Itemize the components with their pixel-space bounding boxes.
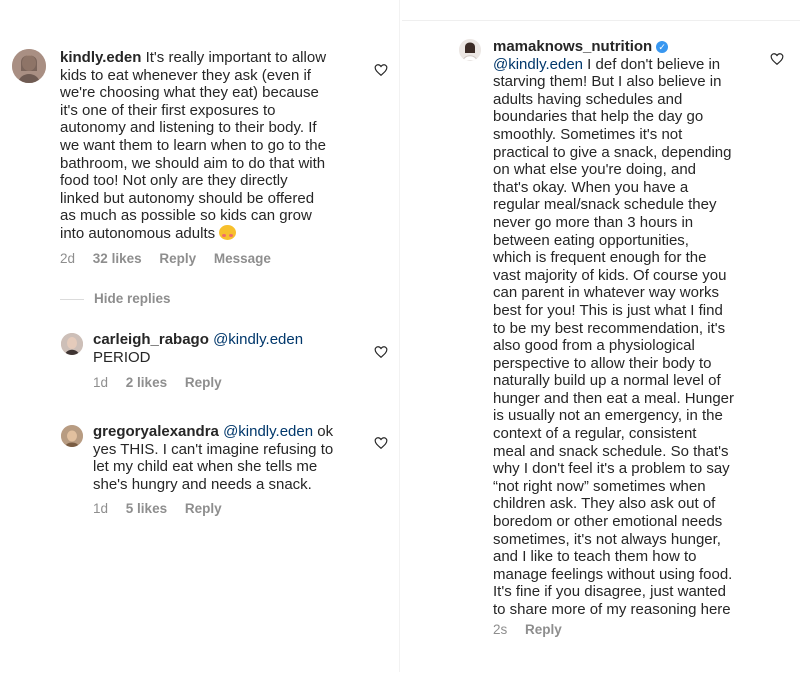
heart-outline-icon[interactable] [374,63,388,77]
comment-kindly-eden: kindly.eden It's really important to all… [60,49,380,243]
mention-link[interactable]: @kindly.eden [223,423,313,440]
username-kindly-eden[interactable]: kindly.eden [60,49,141,66]
comment-text: context of a regular, consistent [493,425,697,443]
comment-meta-gregoryalexandra: 1d 5 likes Reply [93,501,236,516]
comment-text: perspective to allow their body to [493,354,712,372]
comment-text: to be my best recommendation, it's [493,319,726,337]
avatar-mamaknows-nutrition[interactable] [459,39,481,61]
comment-mamaknows-nutrition: mamaknows_nutrition ✓ @kindly.eden I def … [493,38,783,619]
comment-text: boredom or other emotional needs [493,513,723,531]
comment-meta-kindly-eden: 2d 32 likes Reply Message [60,251,285,266]
comment-text: why I don't feel it's a problem to say [493,460,730,478]
username-carleigh-rabago[interactable]: carleigh_rabago [93,331,209,348]
comment-text: manage feelings without using food. [493,565,733,583]
message-button[interactable]: Message [214,251,271,266]
heart-outline-icon[interactable] [374,436,388,450]
comment-text: It's fine if you disagree, just wanted [493,583,726,601]
comment-gregoryalexandra: gregoryalexandra @kindly.eden ok yes THI… [93,423,383,493]
reply-button[interactable]: Reply [185,501,222,516]
comment-text: sometimes, it's not always hunger, [493,530,721,548]
username-gregoryalexandra[interactable]: gregoryalexandra [93,423,219,440]
heart-outline-icon[interactable] [770,52,784,66]
avatar-carleigh-rabago[interactable] [61,333,83,355]
timestamp[interactable]: 1d [93,375,108,390]
comment-text: adults having schedules and [493,90,683,108]
comment-text: let my child eat when she tells me [93,458,318,476]
comment-text: it's one of their first exposures to [60,101,276,119]
username-mamaknows-nutrition[interactable]: mamaknows_nutrition [493,38,652,55]
likes-count[interactable]: 2 likes [126,375,167,390]
comment-text: autonomy and listening to their body. If [60,119,317,137]
verified-badge-icon: ✓ [656,41,669,53]
comment-text: as much as possible so kids can grow [60,207,312,225]
comment-text: ok [317,423,334,440]
avatar-gregoryalexandra[interactable] [61,425,83,447]
left-comment-thread: kindly.eden It's really important to all… [0,0,398,672]
comment-text: that's okay. When you have a [493,178,689,196]
comment-text: regular meal/snack schedule they [493,196,717,214]
comment-text: starving them! But I also believe in [493,73,722,91]
comment-meta-carleigh-rabago: 1d 2 likes Reply [93,375,236,390]
comment-text: bathroom, we should aim to do that with [60,154,326,172]
comment-text: kids to eat whenever they ask (even if [60,66,311,84]
comment-text: between eating opportunities, [493,231,689,249]
comment-text: to share more of my reasoning here [493,601,731,618]
likes-count[interactable]: 5 likes [126,501,167,516]
comment-text: linked but autonomy should be offered [60,189,315,207]
comment-carleigh-rabago: carleigh_rabago @kindly.eden PERIOD [93,331,383,366]
comment-text: meal and snack schedule. So that's [493,442,729,460]
divider [60,298,84,300]
right-comment-thread: mamaknows_nutrition ✓ @kindly.eden I def … [402,20,800,673]
comment-text: we want them to learn when to go to the [60,136,326,154]
comment-text: also good from a physiological [493,337,695,355]
avatar-kindly-eden[interactable] [12,49,46,83]
comment-text: and I like to teach them how to [493,548,697,566]
comment-text: which is frequent enough for the [493,249,707,267]
comment-text: PERIOD [93,348,151,366]
comment-text: is usually not an emergency, in the [493,407,723,425]
comment-text: into autonomous adults [60,224,216,242]
reply-button[interactable]: Reply [159,251,196,266]
timestamp[interactable]: 1d [93,501,108,516]
likes-count[interactable]: 32 likes [93,251,142,266]
comment-text: naturally build up a normal level of [493,372,721,390]
reply-button[interactable]: Reply [185,375,222,390]
mention-link[interactable]: @kindly.eden [493,56,583,73]
comment-text: on what else you're doing, and [493,161,697,179]
comment-text: hunger and then eat a meal. Hunger [493,389,735,407]
comment-text: practical to give a snack, depending [493,143,732,161]
hide-replies-button[interactable]: Hide replies [60,291,171,306]
panel-divider [399,0,400,672]
comment-meta-mamaknows-nutrition: 2s Reply [493,622,576,637]
comment-text: children ask. They also ask out of [493,495,716,513]
comment-text: It's really important to allow [145,49,327,66]
mention-link[interactable]: @kindly.eden [213,331,303,348]
hide-replies-label: Hide replies [94,291,171,306]
comment-text: best for you! This is just what I find [493,301,723,319]
smiling-face-with-hearts-icon [219,224,237,240]
comment-text: vast majority of kids. Of course you [493,266,727,284]
comment-text: never go more than 3 hours in [493,213,694,231]
comment-text: yes THIS. I can't imagine refusing to [93,440,334,458]
comment-text: can parent in whatever way works [493,284,719,302]
comment-text: food too! Not only are they directly [60,172,288,190]
comment-text: smoothly. Sometimes it's not [493,125,683,143]
comment-text: we're choosing what they eat) because [60,84,319,102]
timestamp[interactable]: 2d [60,251,75,266]
comment-text: boundaries that help the day go [493,108,704,126]
heart-outline-icon[interactable] [374,345,388,359]
comment-text: I def don't believe in [587,55,721,73]
comment-text: she's hungry and needs a snack. [93,475,312,493]
timestamp[interactable]: 2s [493,622,507,637]
reply-button[interactable]: Reply [525,622,562,637]
comment-text: “not right now” sometimes when [493,477,706,495]
